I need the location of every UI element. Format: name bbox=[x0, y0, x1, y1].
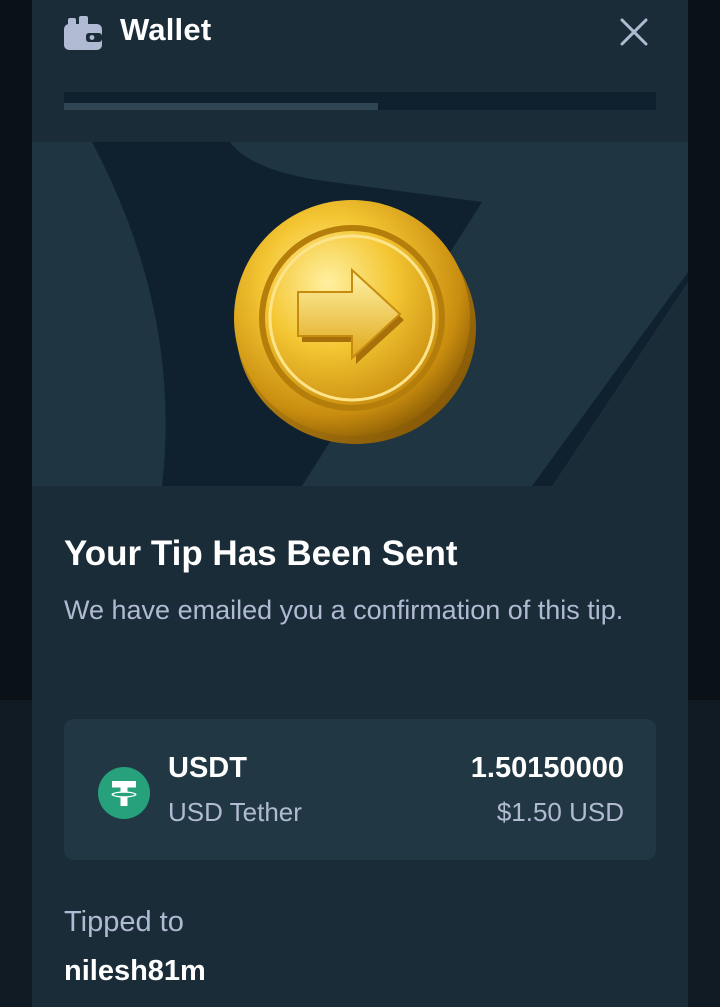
confirmation-description: We have emailed you a confirmation of th… bbox=[64, 595, 624, 625]
confirmation-title: Your Tip Has Been Sent bbox=[64, 534, 458, 573]
close-icon bbox=[620, 18, 648, 46]
tip-amount-usd: $1.50 USD bbox=[496, 797, 624, 827]
modal-header: Wallet bbox=[32, 0, 688, 72]
wallet-icon bbox=[64, 16, 102, 50]
wallet-modal: Wallet Your Tip Has Been Sent We have em… bbox=[32, 0, 688, 1007]
progress-bar bbox=[64, 92, 656, 110]
backdrop-right bbox=[688, 0, 720, 1007]
backdrop-left bbox=[0, 0, 32, 1007]
tether-icon bbox=[98, 767, 150, 819]
currency-name: USD Tether bbox=[168, 797, 302, 827]
currency-code: USDT bbox=[168, 752, 247, 784]
modal-title: Wallet bbox=[120, 12, 212, 47]
tip-summary-card: USDT USD Tether 1.50150000 $1.50 USD bbox=[64, 719, 656, 860]
hero-banner bbox=[32, 142, 688, 486]
recipient-label: Tipped to bbox=[64, 906, 184, 938]
gold-coin-arrow-icon bbox=[234, 200, 476, 444]
recipient-username: nilesh81m bbox=[64, 955, 206, 987]
close-button[interactable] bbox=[616, 14, 652, 50]
progress-fill bbox=[64, 103, 378, 110]
tip-amount: 1.50150000 bbox=[470, 752, 624, 784]
